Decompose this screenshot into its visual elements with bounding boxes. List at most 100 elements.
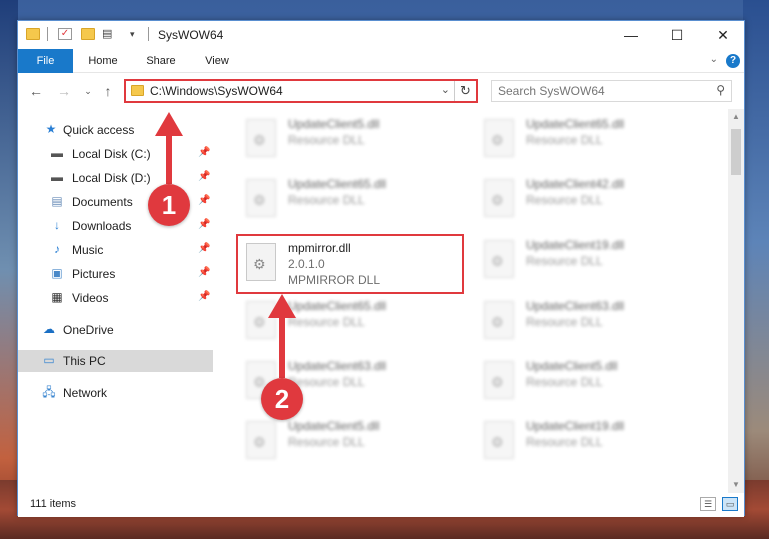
sidebar-item-label: Local Disk (D:): [72, 171, 151, 185]
download-icon: ↓: [54, 218, 60, 232]
arrow-up-icon: [155, 112, 183, 136]
folder-icon: [131, 85, 144, 96]
tab-file[interactable]: File: [18, 49, 73, 73]
drive-icon: ▬: [51, 146, 63, 160]
tab-view[interactable]: View: [194, 49, 240, 73]
file-item[interactable]: UpdateClient65.dll Resource DLL: [238, 173, 458, 225]
file-item[interactable]: UpdateClient42.dll Resource DLL: [476, 173, 696, 225]
pc-icon: ▭: [43, 353, 55, 367]
pin-icon[interactable]: 📌: [198, 195, 210, 206]
sidebar-item-local-disk-c[interactable]: ▬ Local Disk (C:) 📌: [18, 143, 213, 165]
file-description: Resource DLL: [526, 254, 603, 268]
sidebar-item-this-pc[interactable]: ▭ This PC: [18, 350, 213, 372]
file-name: UpdateClient63.dll: [526, 299, 625, 313]
address-bar[interactable]: C:\Windows\SysWOW64 ⌄ ↻: [124, 79, 478, 103]
file-description: Resource DLL: [288, 193, 365, 207]
search-box[interactable]: ⚲: [491, 80, 732, 102]
sidebar-item-label: Documents: [72, 195, 133, 209]
help-icon[interactable]: ?: [726, 54, 740, 68]
file-item[interactable]: UpdateClient19.dll Resource DLL: [476, 234, 696, 286]
minimize-button[interactable]: —: [608, 21, 654, 49]
drive-icon: ▬: [51, 170, 63, 184]
new-folder-icon[interactable]: [81, 28, 95, 40]
star-icon: ★: [45, 122, 57, 136]
pin-icon[interactable]: 📌: [198, 267, 210, 278]
forward-arrow-icon[interactable]: →: [54, 81, 74, 101]
desktop-background-right: [743, 0, 769, 539]
search-input[interactable]: [492, 81, 702, 101]
pin-icon[interactable]: 📌: [198, 219, 210, 230]
scroll-thumb[interactable]: [731, 129, 741, 175]
sidebar-item-label: Local Disk (C:): [72, 147, 151, 161]
sidebar-item-music[interactable]: ♪ Music 📌: [18, 239, 213, 261]
arrow-shaft: [279, 316, 285, 378]
dll-file-icon: [246, 421, 276, 459]
pin-icon[interactable]: 📌: [198, 147, 210, 158]
file-description: Resource DLL: [526, 435, 603, 449]
pin-icon[interactable]: 📌: [198, 291, 210, 302]
file-name: UpdateClient42.dll: [526, 177, 625, 191]
cloud-icon: ☁: [43, 322, 55, 336]
file-name: UpdateClient63.dll: [288, 359, 387, 373]
tab-share[interactable]: Share: [136, 49, 186, 73]
file-name: UpdateClient19.dll: [526, 419, 625, 433]
dll-file-icon: [484, 361, 514, 399]
scroll-up-icon[interactable]: ▲: [728, 109, 744, 125]
recent-locations-icon[interactable]: ⌄: [78, 81, 98, 101]
sidebar-item-pictures[interactable]: ▣ Pictures 📌: [18, 263, 213, 285]
sidebar-item-local-disk-d[interactable]: ▬ Local Disk (D:) 📌: [18, 167, 213, 189]
videos-icon: ▦: [51, 290, 63, 304]
file-item[interactable]: UpdateClient5.dll Resource DLL: [238, 415, 458, 467]
sidebar-item-videos[interactable]: ▦ Videos 📌: [18, 287, 213, 309]
maximize-button[interactable]: ☐: [654, 21, 700, 49]
sidebar-item-label: Network: [63, 386, 108, 400]
file-description: Resource DLL: [526, 133, 603, 147]
sidebar-item-label: Videos: [72, 291, 109, 305]
expand-ribbon-icon[interactable]: ⌄: [710, 54, 718, 65]
window-title: SysWOW64: [158, 28, 224, 42]
chevron-down-icon[interactable]: ▾: [130, 28, 144, 40]
up-arrow-icon[interactable]: ↑: [98, 81, 118, 101]
dll-file-icon: [484, 301, 514, 339]
address-path[interactable]: C:\Windows\SysWOW64: [150, 84, 283, 98]
tiles-view-icon[interactable]: ▭: [722, 497, 738, 511]
search-icon[interactable]: ⚲: [716, 83, 725, 97]
properties-icon[interactable]: ✓: [58, 28, 72, 40]
file-name: UpdateClient65.dll: [288, 299, 387, 313]
close-button[interactable]: ✕: [700, 21, 746, 49]
scroll-down-icon[interactable]: ▼: [728, 477, 744, 493]
file-name: UpdateClient19.dll: [526, 238, 625, 252]
arrow-up-icon: [268, 294, 296, 318]
file-description: Resource DLL: [288, 315, 365, 329]
details-view-icon[interactable]: ☰: [700, 497, 716, 511]
file-item[interactable]: UpdateClient65.dll Resource DLL: [476, 113, 696, 165]
status-bar: 111 items ☰ ▭: [18, 493, 744, 517]
sidebar-item-quick-access[interactable]: ★ Quick access: [18, 119, 213, 141]
dll-file-icon: [484, 421, 514, 459]
sidebar-item-onedrive[interactable]: ☁ OneDrive: [18, 319, 213, 341]
customize-toolbar-icon[interactable]: ▤: [102, 28, 116, 40]
file-description: Resource DLL: [526, 375, 603, 389]
file-item[interactable]: UpdateClient63.dll Resource DLL: [476, 295, 696, 347]
file-item[interactable]: UpdateClient19.dll Resource DLL: [476, 415, 696, 467]
back-arrow-icon[interactable]: ←: [26, 81, 46, 101]
dll-file-icon: [484, 240, 514, 278]
file-item[interactable]: UpdateClient5.dll Resource DLL: [476, 355, 696, 407]
sidebar-item-label: Pictures: [72, 267, 116, 281]
refresh-icon[interactable]: ↻: [454, 81, 476, 101]
desktop-background-left: [0, 0, 18, 539]
sidebar-item-network[interactable]: 🖧 Network: [18, 382, 213, 404]
file-name: UpdateClient5.dll: [288, 117, 380, 131]
chevron-down-icon[interactable]: ⌄: [441, 83, 450, 96]
file-description: Resource DLL: [288, 435, 365, 449]
tab-home[interactable]: Home: [78, 49, 128, 73]
pin-icon[interactable]: 📌: [198, 243, 210, 254]
pin-icon[interactable]: 📌: [198, 171, 210, 182]
file-name: UpdateClient5.dll: [526, 359, 618, 373]
title-bar: ✓ ▤ ▾ SysWOW64 — ☐ ✕: [18, 21, 744, 49]
file-description: Resource DLL: [526, 315, 603, 329]
step-marker-1: 1: [148, 184, 190, 226]
vertical-scrollbar[interactable]: ▲ ▼: [728, 109, 744, 493]
item-count: 111 items: [30, 498, 77, 510]
file-item[interactable]: UpdateClient5.dll Resource DLL: [238, 113, 458, 165]
